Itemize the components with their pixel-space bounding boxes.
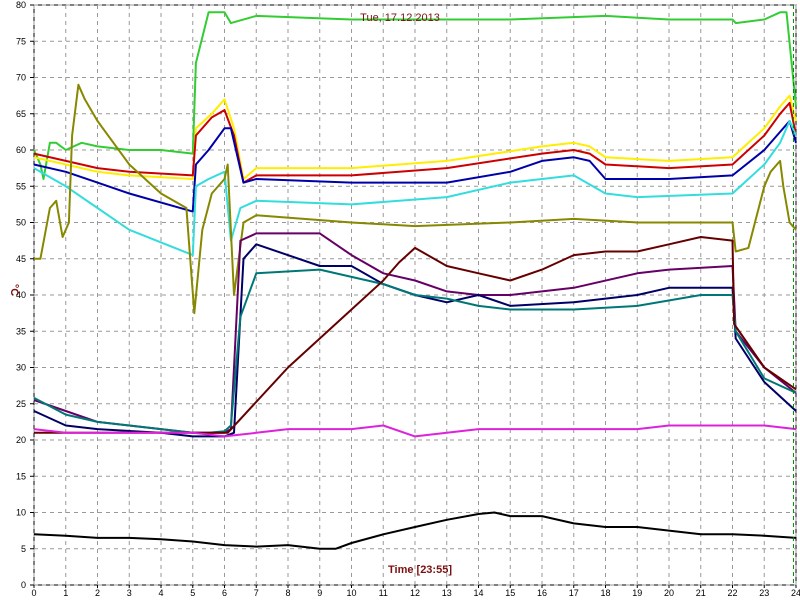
x-tick-label: 19 [632,588,642,598]
x-tick-label: 2 [95,588,100,598]
x-tick-label: 5 [190,588,195,598]
chart-title: Tue, 17.12.2013 [360,12,440,24]
y-tick-label: 65 [16,109,26,119]
x-axis-label: Time [23:55] [388,564,452,576]
line-chart: 05101520253035404550556065707580 0123456… [8,0,800,598]
x-tick-label: 9 [317,588,322,598]
y-tick-label: 10 [16,508,26,518]
x-tick-label: 23 [759,588,769,598]
y-tick-label: 45 [16,254,26,264]
x-tick-label: 3 [127,588,132,598]
y-tick-label: 80 [16,0,26,10]
x-tick-label: 18 [600,588,610,598]
x-tick-label: 22 [727,588,737,598]
y-tick-label: 25 [16,399,26,409]
x-tick-label: 17 [569,588,579,598]
x-tick-label: 7 [254,588,259,598]
x-tick-label: 6 [222,588,227,598]
x-tick-label: 0 [31,588,36,598]
x-tick-label: 11 [379,588,388,598]
x-tick-label: 1 [63,588,68,598]
y-tick-label: 20 [16,435,26,445]
y-axis-label: °C [8,284,20,296]
y-tick-label: 30 [16,363,26,373]
x-tick-label: 12 [410,588,420,598]
y-tick-label: 70 [16,73,26,83]
x-tick-label: 4 [158,588,163,598]
x-tick-label: 20 [664,588,674,598]
x-tick-label: 8 [285,588,290,598]
y-tick-label: 75 [16,36,26,46]
x-tick-label: 24 [791,588,800,598]
x-tick-label: 14 [473,588,483,598]
y-tick-label: 60 [16,145,26,155]
x-tick-label: 10 [346,588,356,598]
y-tick-label: 35 [16,326,26,336]
y-tick-label: 5 [21,544,26,554]
y-tick-label: 15 [16,471,26,481]
x-tick-labels: 0 1 2 3 4 5 6 7 8 9 10 11 12 13 14 15 16 17 18 19 20 21 22 23 24 [31,585,800,598]
x-tick-label: 13 [442,588,452,598]
y-tick-label: 0 [21,580,26,590]
x-tick-label: 21 [696,588,706,598]
y-tick-label: 55 [16,181,26,191]
x-tick-label: 15 [505,588,515,598]
y-tick-label: 50 [16,218,26,228]
x-tick-label: 16 [537,588,547,598]
